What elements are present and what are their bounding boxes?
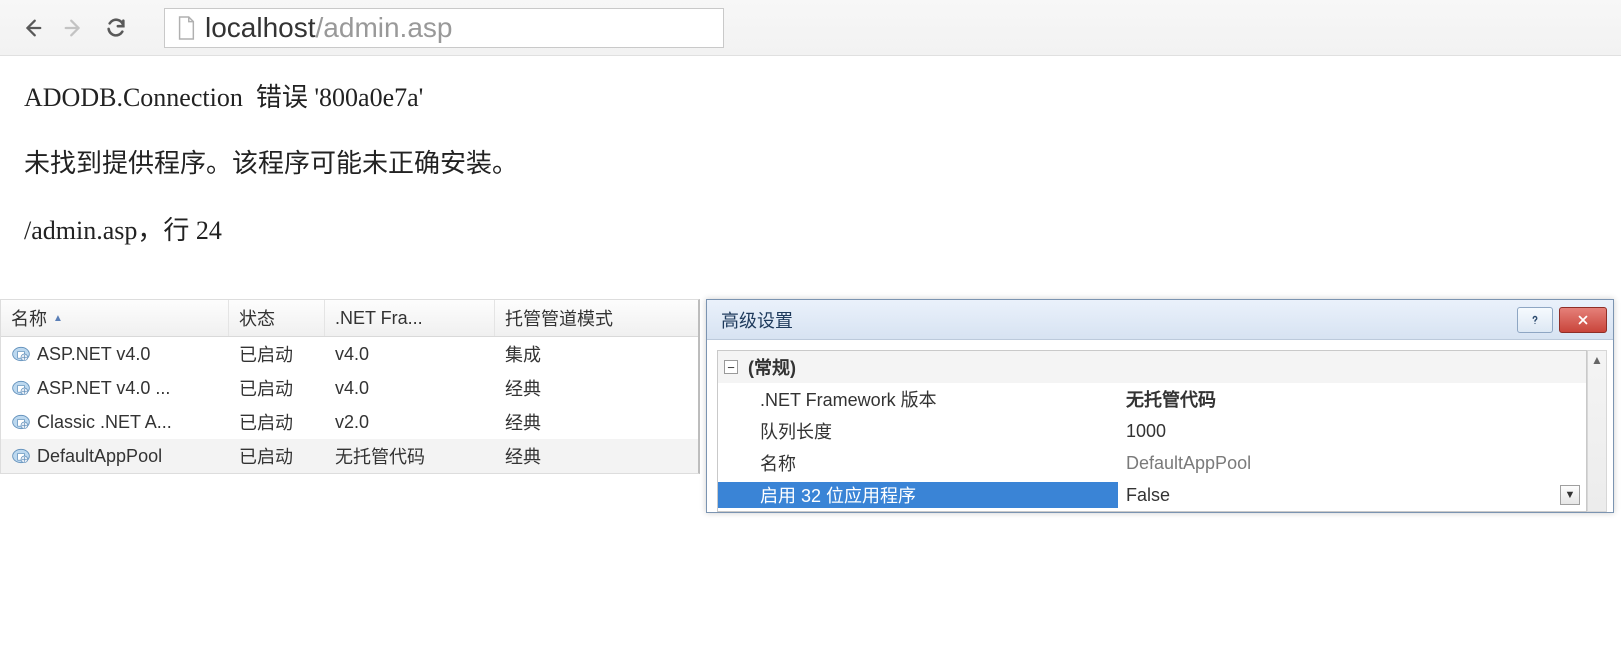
dialog-title: 高级设置 xyxy=(721,307,793,333)
property-row[interactable]: 启用 32 位应用程序False▼ xyxy=(718,479,1586,511)
scrollbar[interactable]: ▲ xyxy=(1587,350,1607,512)
collapse-toggle-icon[interactable]: − xyxy=(724,360,738,374)
cell-mode: 经典 xyxy=(495,375,698,401)
cell-net: v4.0 xyxy=(325,344,495,365)
category-row[interactable]: − (常规) xyxy=(718,351,1586,383)
cell-name: ASP.NET v4.0 xyxy=(37,344,150,365)
cell-name: ASP.NET v4.0 ... xyxy=(37,378,170,399)
property-row[interactable]: 队列长度1000 xyxy=(718,415,1586,447)
cell-status: 已启动 xyxy=(229,409,325,435)
property-value[interactable]: DefaultAppPool xyxy=(1118,453,1586,474)
table-row[interactable]: ASP.NET v4.0 已启动v4.0集成 xyxy=(1,337,698,371)
url-path: /admin.asp xyxy=(316,12,453,44)
browser-chrome: localhost/admin.asp xyxy=(0,0,1621,56)
table-row[interactable]: Classic .NET A... 已启动v2.0经典 xyxy=(1,405,698,439)
lower-area: 名称 ▲ 状态 .NET Fra... 托管管道模式 ASP.NET v4.0 已… xyxy=(0,299,1621,513)
cell-mode: 经典 xyxy=(495,409,698,435)
error-object: ADODB.Connection xyxy=(24,83,243,112)
apppool-icon xyxy=(11,344,31,364)
close-button[interactable] xyxy=(1559,307,1607,333)
error-location: /admin.asp，行 24 xyxy=(24,213,1597,249)
help-button[interactable] xyxy=(1517,307,1553,333)
app-pool-table: 名称 ▲ 状态 .NET Fra... 托管管道模式 ASP.NET v4.0 已… xyxy=(0,299,700,474)
cell-net: v4.0 xyxy=(325,378,495,399)
property-row[interactable]: .NET Framework 版本无托管代码 xyxy=(718,383,1586,415)
property-label: 名称 xyxy=(718,450,1118,476)
url-host: localhost xyxy=(205,12,316,44)
table-header: 名称 ▲ 状态 .NET Fra... 托管管道模式 xyxy=(1,300,698,337)
cell-mode: 经典 xyxy=(495,443,698,469)
dropdown-button[interactable]: ▼ xyxy=(1560,485,1580,505)
cell-name: Classic .NET A... xyxy=(37,412,172,433)
page-body: ADODB.Connection 错误 '800a0e7a' 未找到提供程序。该… xyxy=(0,56,1621,299)
col-name[interactable]: 名称 ▲ xyxy=(1,300,229,336)
table-row[interactable]: ASP.NET v4.0 ... 已启动v4.0经典 xyxy=(1,371,698,405)
cell-name: DefaultAppPool xyxy=(37,446,162,467)
dialog-titlebar[interactable]: 高级设置 xyxy=(707,300,1613,340)
property-value[interactable]: False▼ xyxy=(1118,485,1586,506)
apppool-icon xyxy=(11,378,31,398)
error-line-word: 行 xyxy=(163,216,189,245)
reload-button[interactable] xyxy=(98,10,134,46)
table-row[interactable]: DefaultAppPool 已启动无托管代码经典 xyxy=(1,439,698,473)
apppool-icon xyxy=(11,412,31,432)
property-value[interactable]: 无托管代码 xyxy=(1118,386,1586,412)
cell-net: 无托管代码 xyxy=(325,443,495,469)
col-mode[interactable]: 托管管道模式 xyxy=(495,300,698,336)
error-message: 未找到提供程序。该程序可能未正确安装。 xyxy=(24,146,1597,182)
col-net[interactable]: .NET Fra... xyxy=(325,300,495,336)
property-grid: − (常规) .NET Framework 版本无托管代码队列长度1000名称D… xyxy=(717,350,1587,512)
category-label: (常规) xyxy=(748,354,796,380)
cell-status: 已启动 xyxy=(229,443,325,469)
property-value[interactable]: 1000 xyxy=(1118,421,1586,442)
error-file: /admin.asp xyxy=(24,216,137,245)
col-status[interactable]: 状态 xyxy=(229,300,325,336)
error-code: '800a0e7a' xyxy=(314,83,423,112)
error-heading: ADODB.Connection 错误 '800a0e7a' xyxy=(24,80,1597,116)
scroll-up-icon[interactable]: ▲ xyxy=(1591,351,1603,369)
page-icon xyxy=(175,15,197,41)
property-row[interactable]: 名称DefaultAppPool xyxy=(718,447,1586,479)
forward-button[interactable] xyxy=(56,10,92,46)
address-bar[interactable]: localhost/admin.asp xyxy=(164,8,724,48)
advanced-settings-dialog: 高级设置 − (常规) .NET Framework 版本无托管代码队列长度10… xyxy=(706,299,1614,513)
property-label: .NET Framework 版本 xyxy=(718,386,1118,412)
cell-status: 已启动 xyxy=(229,375,325,401)
property-label: 队列长度 xyxy=(718,418,1118,444)
sort-caret-icon: ▲ xyxy=(53,313,63,324)
cell-status: 已启动 xyxy=(229,341,325,367)
cell-net: v2.0 xyxy=(325,412,495,433)
error-line-number: 24 xyxy=(196,216,222,245)
error-word: 错误 xyxy=(256,83,308,112)
apppool-icon xyxy=(11,446,31,466)
cell-mode: 集成 xyxy=(495,341,698,367)
property-label: 启用 32 位应用程序 xyxy=(718,482,1118,508)
back-button[interactable] xyxy=(14,10,50,46)
